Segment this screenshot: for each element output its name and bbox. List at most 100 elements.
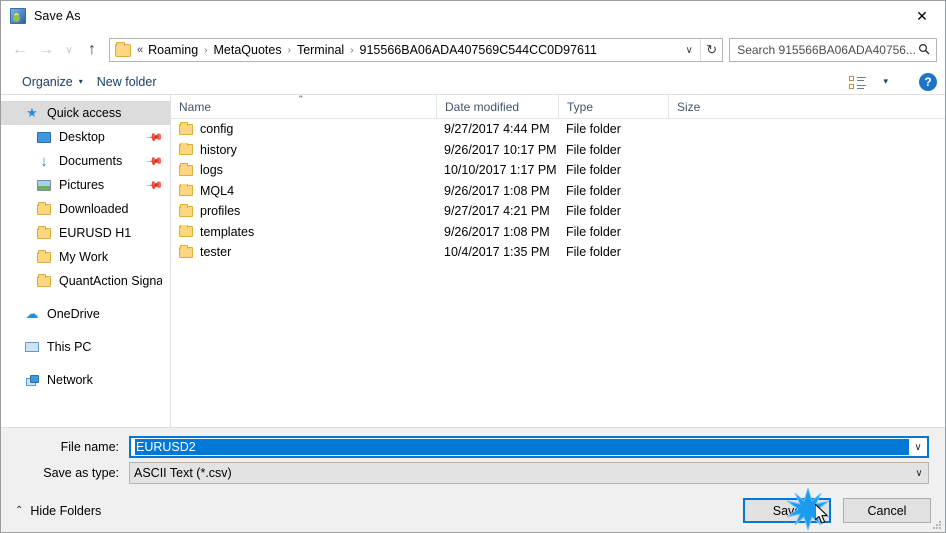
forward-button[interactable]: → (33, 37, 59, 63)
file-type-cell: File folder (566, 204, 621, 219)
folder-icon (35, 273, 53, 287)
view-layout-icon (849, 75, 867, 89)
address-bar[interactable]: « Roaming › MetaQuotes › Terminal › 9155… (109, 38, 724, 62)
sidebar-item-label: EURUSD H1 (59, 226, 132, 240)
save-as-type-select[interactable]: ASCII Text (*.csv) ∨ (129, 462, 929, 484)
organize-button[interactable]: Organize ▾ (15, 73, 90, 91)
window-title: Save As (34, 9, 81, 23)
file-type-cell: File folder (566, 163, 621, 178)
save-button[interactable]: Save (743, 498, 831, 523)
sidebar-item-label: OneDrive (47, 307, 100, 321)
file-type-cell: File folder (566, 183, 621, 198)
sidebar-item-label: Network (47, 373, 93, 387)
title-bar: Save As ✕ (1, 1, 945, 31)
sidebar-item-quick-access[interactable]: ★ Quick access (1, 101, 170, 125)
chevron-down-icon[interactable]: ∨ (909, 442, 927, 453)
search-box[interactable]: Search 915566BA06ADA40756... (729, 38, 937, 62)
folder-icon (35, 201, 53, 215)
pin-icon: 📌 (145, 152, 164, 171)
sidebar-item-this-pc[interactable]: This PC (1, 335, 170, 359)
folder-icon (179, 122, 193, 135)
cloud-icon: ☁ (25, 306, 39, 321)
table-row[interactable]: tester 10/4/2017 1:35 PM File folder (171, 242, 945, 263)
pictures-icon (35, 179, 53, 191)
new-folder-label: New folder (96, 74, 157, 89)
sidebar-item-desktop[interactable]: Desktop 📌 (1, 125, 170, 149)
breadcrumb-item-roaming[interactable]: Roaming (145, 42, 201, 58)
sidebar-item-my-work[interactable]: My Work (1, 245, 170, 269)
chevron-down-icon[interactable]: ∨ (910, 468, 928, 479)
sidebar-item-downloaded[interactable]: Downloaded (1, 197, 170, 221)
pin-icon: 📌 (145, 176, 164, 195)
sidebar-item-label: QuantAction Signal (59, 274, 162, 288)
file-list-header: ⌃ Name Date modified Type Size (171, 94, 945, 119)
folder-icon (115, 41, 131, 57)
sidebar-item-onedrive[interactable]: ☁ OneDrive (1, 302, 170, 326)
breadcrumb-item-instance-id[interactable]: 915566BA06ADA407569C544CC0D97611 (357, 42, 600, 58)
breadcrumb-item-terminal[interactable]: Terminal (294, 42, 347, 58)
refresh-icon[interactable]: ↻ (700, 39, 722, 61)
file-name-label: profiles (200, 204, 241, 219)
download-icon: ↓ (40, 152, 48, 170)
folder-icon (179, 163, 193, 176)
column-header-label: Date modified (445, 100, 520, 114)
breadcrumb-separator-icon: › (204, 44, 208, 56)
save-as-type-label: Save as type: (43, 466, 119, 480)
file-name-value: EURUSD2 (135, 439, 909, 455)
sidebar-item-documents[interactable]: ↓ Documents 📌 (1, 149, 170, 173)
change-view-button[interactable]: ▾ (842, 73, 895, 91)
sidebar-item-label: My Work (59, 250, 109, 264)
table-row[interactable]: MQL4 9/26/2017 1:08 PM File folder (171, 181, 945, 202)
file-name-label: config (200, 122, 234, 137)
cancel-button[interactable]: Cancel (843, 498, 931, 523)
file-name-cell: templates (171, 224, 436, 239)
file-name-label: File name: (60, 440, 119, 454)
file-name-cell: config (171, 122, 436, 136)
folder-icon (179, 183, 193, 197)
hide-folders-button[interactable]: ⌃ Hide Folders (15, 504, 101, 518)
close-icon[interactable]: ✕ (899, 1, 945, 31)
dialog-body: ★ Quick access Desktop 📌 ↓ Documents 📌 P… (1, 94, 945, 427)
table-row[interactable]: config 9/27/2017 4:44 PM File folder (171, 119, 945, 140)
breadcrumb-overflow-icon[interactable]: « (135, 44, 145, 56)
save-as-type-value: ASCII Text (*.csv) (134, 466, 232, 480)
folder-icon (179, 204, 193, 217)
new-folder-button[interactable]: New folder (90, 73, 164, 91)
back-button[interactable]: ← (7, 37, 33, 63)
breadcrumb-item-metaquotes[interactable]: MetaQuotes (211, 42, 285, 58)
file-name-cell: profiles (171, 204, 436, 218)
file-date-cell: 10/10/2017 1:17 PM (444, 163, 557, 178)
recent-locations-button[interactable]: ∨ (59, 37, 79, 63)
chevron-up-icon: ⌃ (15, 505, 24, 516)
desktop-icon (35, 131, 53, 143)
up-button[interactable]: ↑ (79, 37, 105, 63)
pin-icon: 📌 (145, 128, 164, 147)
column-header-name[interactable]: ⌃ Name (171, 94, 436, 118)
table-row[interactable]: history 9/26/2017 10:17 PM File folder (171, 140, 945, 161)
sidebar-item-network[interactable]: Network (1, 368, 170, 392)
file-name-input[interactable]: EURUSD2 ∨ (129, 436, 929, 458)
search-input[interactable]: Search 915566BA06ADA40756... (737, 43, 916, 57)
chevron-down-icon[interactable]: ∨ (678, 39, 700, 61)
file-type-row: Save as type: ASCII Text (*.csv) ∨ (17, 462, 929, 484)
organize-label: Organize (22, 74, 73, 89)
sort-ascending-icon: ⌃ (297, 94, 305, 104)
sidebar-item-eurusd-h1[interactable]: EURUSD H1 (1, 221, 170, 245)
pc-icon (23, 342, 41, 352)
file-list-pane: ⌃ Name Date modified Type Size config 9/… (171, 94, 945, 427)
help-icon[interactable]: ? (919, 72, 937, 91)
file-name-label: history (200, 142, 237, 157)
folder-icon (35, 225, 53, 239)
resize-grip[interactable] (931, 519, 941, 529)
column-header-size[interactable]: Size (668, 95, 746, 118)
breadcrumb: « Roaming › MetaQuotes › Terminal › 9155… (135, 42, 678, 58)
sidebar-item-quantaction-signal[interactable]: QuantAction Signal (1, 269, 170, 293)
table-row[interactable]: profiles 9/27/2017 4:21 PM File folder (171, 201, 945, 222)
table-row[interactable]: logs 10/10/2017 1:17 PM File folder (171, 160, 945, 181)
sidebar-item-pictures[interactable]: Pictures 📌 (1, 173, 170, 197)
column-header-date-modified[interactable]: Date modified (436, 95, 558, 118)
chevron-down-icon: ▾ (883, 76, 888, 86)
sidebar-item-label: Quick access (47, 106, 122, 120)
table-row[interactable]: templates 9/26/2017 1:08 PM File folder (171, 222, 945, 243)
column-header-type[interactable]: Type (558, 95, 668, 118)
